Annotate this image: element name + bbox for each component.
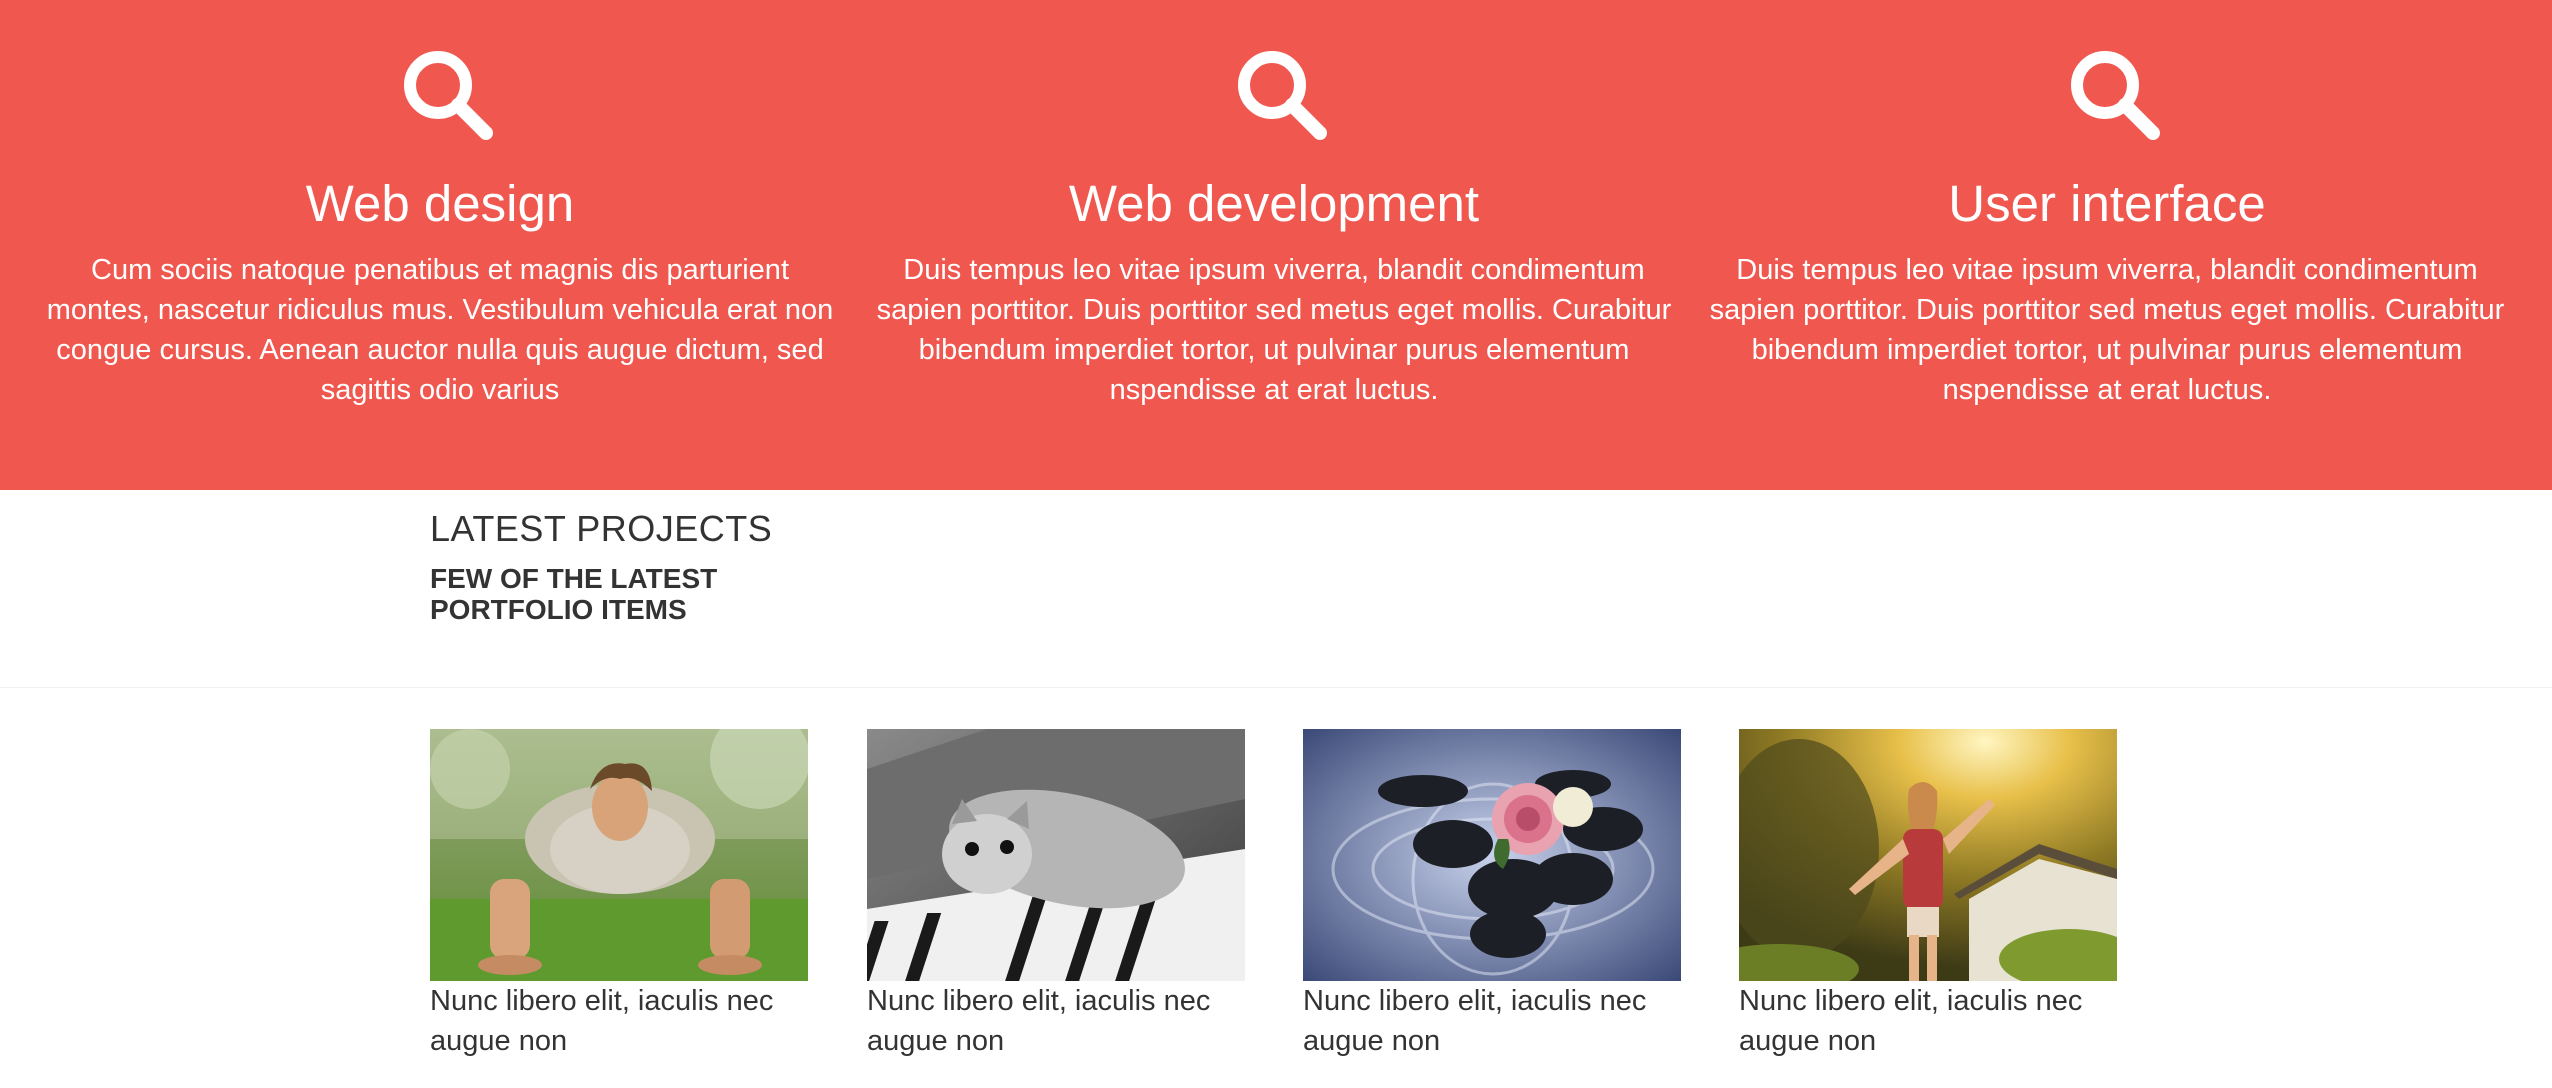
services-section: Web design Cum sociis natoque penatibus … <box>0 0 2552 490</box>
service-description: Duis tempus leo vitae ipsum viverra, bla… <box>876 254 1672 406</box>
search-icon <box>404 51 493 140</box>
portfolio-item[interactable]: Nunc libero elit, iaculis nec augue non <box>1739 729 2117 1061</box>
section-divider <box>0 687 2552 688</box>
portfolio-caption: Nunc libero elit, iaculis nec augue non <box>867 985 1211 1057</box>
portfolio-thumbnail-kitten[interactable] <box>867 729 1245 981</box>
search-icon <box>1238 51 1327 140</box>
portfolio-item[interactable]: Nunc libero elit, iaculis nec augue non <box>867 729 1245 1061</box>
portfolio-thumbnail-pushup[interactable] <box>430 729 808 981</box>
service-title: Web development <box>1068 175 1480 232</box>
woman-sunlight-photo <box>1739 729 2117 981</box>
rose-stones-photo <box>1303 729 1681 981</box>
service-description: Duis tempus leo vitae ipsum viverra, bla… <box>1709 254 2505 406</box>
service-description: Cum sociis natoque penatibus et magnis d… <box>46 254 834 406</box>
portfolio-caption: Nunc libero elit, iaculis nec augue non <box>1739 985 2083 1057</box>
service-title: Web design <box>305 175 575 232</box>
pushup-photo <box>430 729 808 981</box>
portfolio-item[interactable]: Nunc libero elit, iaculis nec augue non <box>430 729 808 1061</box>
portfolio-subtitle: FEW OF THE LATEST PORTFOLIO ITEMS <box>430 563 718 625</box>
service-title: User interface <box>1948 175 2266 232</box>
search-icon <box>2071 51 2160 140</box>
portfolio-title: LATEST PROJECTS <box>430 508 773 549</box>
portfolio-caption: Nunc libero elit, iaculis nec augue non <box>1303 985 1647 1057</box>
kitten-piano-photo <box>867 729 1245 981</box>
portfolio-thumbnail-rose[interactable] <box>1303 729 1681 981</box>
portfolio-header: LATEST PROJECTS FEW OF THE LATEST PORTFO… <box>430 505 1330 625</box>
portfolio-item[interactable]: Nunc libero elit, iaculis nec augue non <box>1303 729 1681 1061</box>
portfolio-caption: Nunc libero elit, iaculis nec augue non <box>430 985 774 1057</box>
portfolio-grid: Nunc libero elit, iaculis nec augue non <box>0 729 2552 1088</box>
portfolio-thumbnail-sunlight[interactable] <box>1739 729 2117 981</box>
